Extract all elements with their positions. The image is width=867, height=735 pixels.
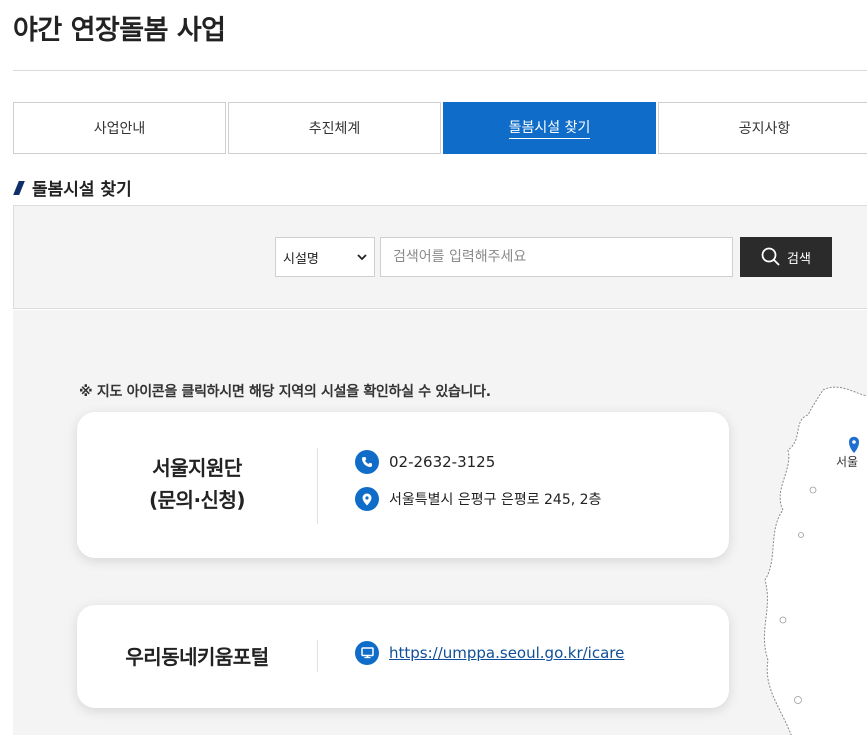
map-marker-label[interactable]: 서울 bbox=[836, 453, 859, 470]
card-title: 서울지원단 (문의·신청) bbox=[77, 452, 317, 516]
address-text: 서울특별시 은평구 은평로 245, 2층 bbox=[389, 492, 602, 508]
search-input[interactable] bbox=[380, 237, 733, 277]
tab-label: 사업안내 bbox=[93, 121, 146, 137]
portal-link[interactable]: https://umppa.seoul.go.kr/icare bbox=[389, 644, 624, 662]
section-title: 돌봄시설 찾기 bbox=[32, 180, 132, 200]
search-type-select[interactable]: 시설명 bbox=[275, 237, 375, 277]
card-title-line1: 서울지원단 bbox=[152, 456, 242, 480]
phone-row: 02-2632-3125 bbox=[355, 450, 495, 474]
card-title: 우리동네키움포털 bbox=[125, 645, 269, 669]
card-divider bbox=[317, 640, 318, 672]
select-value: 시설명 bbox=[283, 251, 319, 267]
map-area: ※ 지도 아이콘을 클릭하시면 해당 지역의 시설을 확인하실 수 있습니다. … bbox=[13, 310, 867, 735]
tab-label: 추진체계 bbox=[308, 121, 361, 137]
page-title: 야간 연장돌봄 사업 bbox=[13, 15, 226, 46]
card-title-line2: (문의·신청) bbox=[149, 488, 245, 512]
tab-promotion-system[interactable]: 추진체계 bbox=[228, 102, 441, 154]
portal-card: 우리동네키움포털 https://umppa.seoul.go.kr/icare bbox=[77, 605, 729, 708]
location-pin-icon bbox=[355, 487, 379, 511]
korea-map bbox=[763, 386, 867, 735]
heading-marker-icon bbox=[13, 180, 25, 195]
url-row: https://umppa.seoul.go.kr/icare bbox=[355, 641, 624, 665]
phone-number: 02-2632-3125 bbox=[389, 453, 496, 471]
search-button-label: 검색 bbox=[787, 251, 811, 267]
map-notice: ※ 지도 아이콘을 클릭하시면 해당 지역의 시설을 확인하실 수 있습니다. bbox=[79, 384, 491, 400]
address-row: 서울특별시 은평구 은평로 245, 2층 bbox=[355, 487, 601, 511]
phone-icon bbox=[355, 450, 379, 474]
tab-find-facility[interactable]: 돌봄시설 찾기 bbox=[443, 102, 656, 154]
tab-business-info[interactable]: 사업안내 bbox=[13, 102, 226, 154]
seoul-center-card: 서울지원단 (문의·신청) 02-2632-3125 서울특별시 은평구 은평로… bbox=[77, 412, 729, 558]
tab-label: 공지사항 bbox=[738, 121, 791, 137]
tab-label: 돌봄시설 찾기 bbox=[508, 117, 591, 139]
search-panel: 시설명 검색 bbox=[13, 205, 867, 309]
chevron-down-icon bbox=[357, 254, 367, 261]
section-heading: 돌봄시설 찾기 bbox=[13, 175, 132, 200]
search-icon bbox=[761, 247, 780, 266]
tab-notices[interactable]: 공지사항 bbox=[658, 102, 867, 154]
tab-bar: 사업안내 추진체계 돌봄시설 찾기 공지사항 bbox=[13, 102, 867, 154]
card-divider bbox=[317, 448, 318, 524]
search-button[interactable]: 검색 bbox=[740, 237, 832, 277]
monitor-icon bbox=[355, 641, 379, 665]
title-divider bbox=[13, 70, 867, 71]
